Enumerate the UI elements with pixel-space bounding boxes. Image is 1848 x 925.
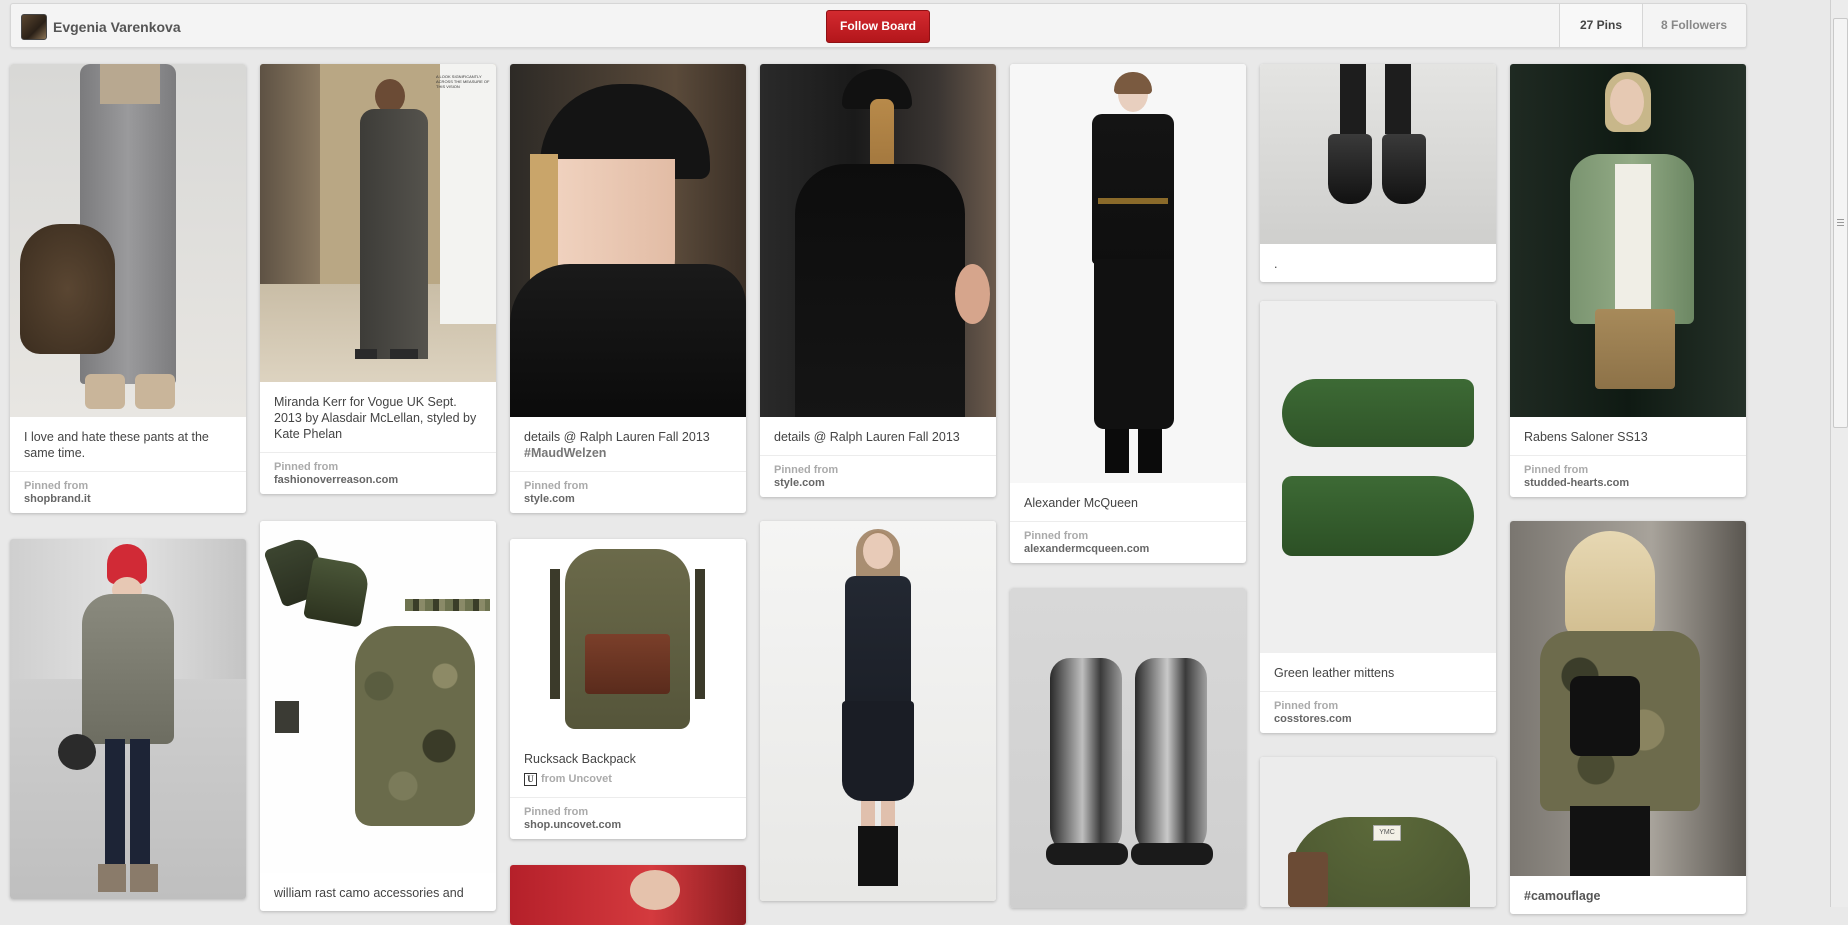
pin-hashtag[interactable]: #camouflage [1524, 889, 1600, 903]
pin-card[interactable]: A LOOK SIGNIFICANTLY ACROSS THE MEASURE … [260, 64, 496, 494]
pin-card[interactable]: . [1260, 64, 1496, 282]
pin-image[interactable] [260, 521, 496, 873]
board-header: Evgenia Varenkova Follow Board 27 Pins 8… [10, 3, 1747, 48]
pin-description-text: details @ Ralph Lauren Fall 2013 [524, 430, 710, 444]
pin-card[interactable]: Rucksack Backpack Ufrom Uncovet Pinned f… [510, 539, 746, 839]
pin-card[interactable]: Rabens Saloner SS13 Pinned from studded-… [1510, 64, 1746, 497]
pin-image[interactable] [1260, 64, 1496, 244]
pin-image[interactable] [510, 64, 746, 417]
board-owner-name[interactable]: Evgenia Varenkova [53, 19, 181, 35]
pin-card[interactable]: details @ Ralph Lauren Fall 2013 #MaudWe… [510, 64, 746, 513]
pin-source[interactable]: Pinned from alexandermcqueen.com [1010, 521, 1246, 563]
pinned-from-label: Pinned from [274, 461, 339, 473]
pin-card[interactable]: Alexander McQueen Pinned from alexanderm… [1010, 64, 1246, 563]
pinned-from-label: Pinned from [1274, 700, 1339, 712]
pin-description: Rucksack Backpack Ufrom Uncovet [510, 739, 746, 797]
pin-source-domain[interactable]: fashionoverreason.com [274, 474, 482, 487]
pin-description: . [1274, 257, 1278, 271]
avatar[interactable] [21, 14, 47, 40]
pin-image[interactable] [10, 539, 246, 899]
pin-image[interactable] [760, 521, 996, 901]
pin-image[interactable] [10, 64, 246, 417]
pin-description: Green leather mittens [1274, 666, 1395, 680]
pin-description: Rabens Saloner SS13 [1524, 430, 1648, 444]
follow-board-button[interactable]: Follow Board [826, 10, 930, 43]
pin-description: details @ Ralph Lauren Fall 2013 #MaudWe… [510, 417, 746, 471]
pin-source[interactable]: Pinned from style.com [510, 471, 746, 513]
pins-count-tab[interactable]: 27 Pins [1559, 4, 1643, 47]
pinned-from-label: Pinned from [774, 464, 839, 476]
pin-card[interactable] [1010, 588, 1246, 908]
pin-image[interactable] [510, 539, 746, 739]
pin-source-domain[interactable]: alexandermcqueen.com [1024, 543, 1232, 556]
pin-via[interactable]: Ufrom Uncovet [524, 771, 732, 787]
pin-card[interactable]: details @ Ralph Lauren Fall 2013 Pinned … [760, 64, 996, 497]
pin-card[interactable]: #camouflage [1510, 521, 1746, 914]
pinned-from-label: Pinned from [524, 480, 589, 492]
pin-description: william rast camo accessories and [274, 886, 464, 900]
pin-hashtag[interactable]: #MaudWelzen [524, 445, 732, 461]
pin-card[interactable] [760, 521, 996, 901]
pin-image[interactable]: YMC [1260, 757, 1496, 907]
pin-image[interactable] [1010, 588, 1246, 908]
pinned-from-label: Pinned from [1524, 464, 1589, 476]
pin-source-domain[interactable]: style.com [774, 477, 982, 490]
pin-image[interactable] [1510, 521, 1746, 876]
pin-source-domain[interactable]: style.com [524, 493, 732, 506]
pin-image[interactable] [1010, 64, 1246, 483]
pinned-from-label: Pinned from [524, 806, 589, 818]
pin-card[interactable]: william rast camo accessories and [260, 521, 496, 911]
followers-count-tab[interactable]: 8 Followers [1642, 4, 1746, 47]
pin-source[interactable]: Pinned from studded-hearts.com [1510, 455, 1746, 497]
pin-card[interactable]: YMC [1260, 757, 1496, 907]
page-scrollbar[interactable] [1830, 0, 1848, 907]
pin-source[interactable]: Pinned from fashionoverreason.com [260, 452, 496, 494]
pin-card[interactable]: I love and hate these pants at the same … [10, 64, 246, 513]
pin-description: Miranda Kerr for Vogue UK Sept. 2013 by … [274, 395, 477, 441]
scrollbar-thumb[interactable] [1833, 18, 1848, 428]
pin-source-domain[interactable]: studded-hearts.com [1524, 477, 1732, 490]
pin-description: Alexander McQueen [1024, 496, 1138, 510]
pin-image[interactable] [510, 865, 746, 925]
pin-description: #camouflage [1510, 876, 1746, 914]
pin-via-text: from Uncovet [541, 773, 612, 785]
uncovet-icon: U [524, 772, 537, 786]
pin-source-domain[interactable]: shop.uncovet.com [524, 819, 732, 832]
pin-card[interactable]: Green leather mittens Pinned from cossto… [1260, 301, 1496, 733]
pinned-from-label: Pinned from [1024, 530, 1089, 542]
garment-label: YMC [1373, 825, 1401, 841]
pin-image[interactable] [1260, 301, 1496, 653]
pin-card[interactable] [510, 865, 746, 925]
pin-source-domain[interactable]: shopbrand.it [24, 493, 232, 506]
pin-source[interactable]: Pinned from shopbrand.it [10, 471, 246, 513]
pin-source[interactable]: Pinned from shop.uncovet.com [510, 797, 746, 839]
pinned-from-label: Pinned from [24, 480, 89, 492]
pin-image[interactable] [760, 64, 996, 417]
pin-image[interactable] [1510, 64, 1746, 417]
pin-description-text: Rucksack Backpack [524, 752, 636, 766]
pin-image[interactable]: A LOOK SIGNIFICANTLY ACROSS THE MEASURE … [260, 64, 496, 382]
magazine-text: A LOOK SIGNIFICANTLY ACROSS THE MEASURE … [436, 74, 490, 89]
pin-card[interactable] [10, 539, 246, 899]
pin-source[interactable]: Pinned from style.com [760, 455, 996, 497]
pin-source[interactable]: Pinned from cosstores.com [1260, 691, 1496, 733]
pin-description: I love and hate these pants at the same … [24, 430, 209, 460]
pin-source-domain[interactable]: cosstores.com [1274, 713, 1482, 726]
pin-description: details @ Ralph Lauren Fall 2013 [774, 430, 960, 444]
